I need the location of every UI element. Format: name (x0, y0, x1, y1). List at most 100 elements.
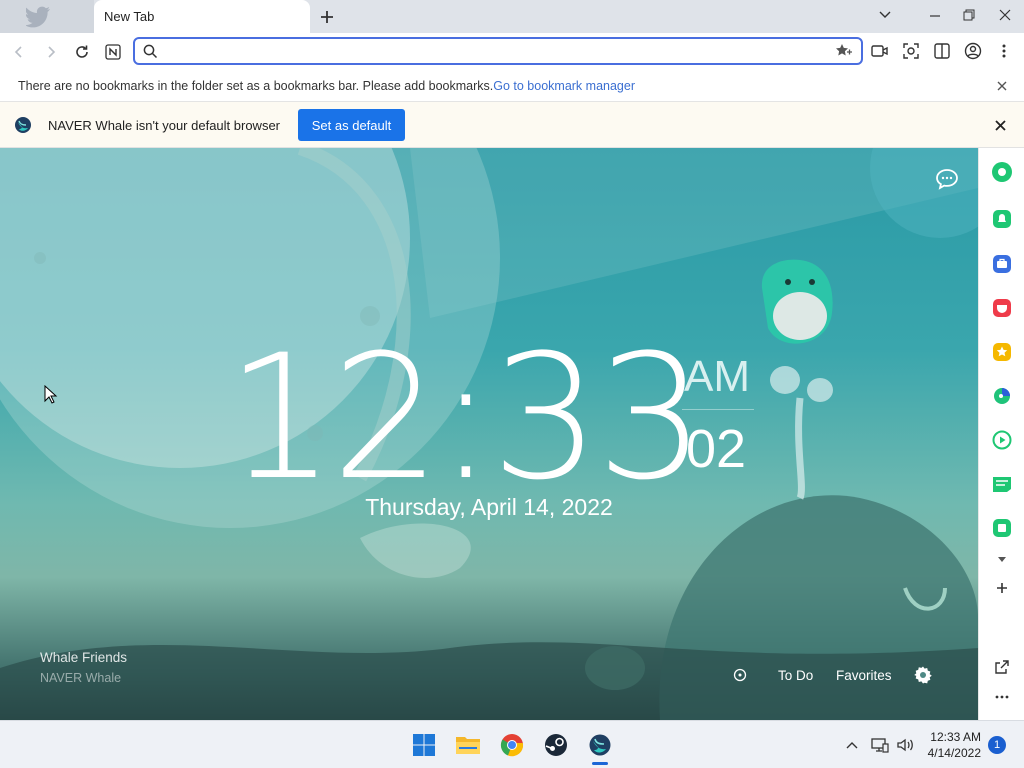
profile-button[interactable] (962, 40, 984, 62)
papago-icon (994, 388, 1010, 404)
taskbar-whale[interactable] (586, 731, 614, 759)
notification-badge[interactable]: 1 (988, 736, 1006, 754)
gear-icon (914, 666, 932, 684)
new-tab-button[interactable] (316, 6, 338, 28)
briefcase-icon (993, 255, 1011, 273)
whale-logo-icon (15, 117, 31, 133)
video-icon (871, 45, 888, 57)
close-window-button[interactable] (992, 4, 1018, 26)
search-icon (143, 44, 158, 59)
infobar-close-button[interactable] (992, 117, 1008, 133)
naver-icon (105, 44, 121, 60)
sidebar-item-green-circle[interactable] (990, 160, 1014, 184)
wallpaper-title[interactable]: Whale Friends (40, 650, 127, 665)
volume-icon (897, 738, 913, 752)
close-icon (999, 9, 1011, 21)
bookmark-manager-link[interactable]: Go to bookmark manager (493, 79, 635, 93)
pinned-tab-twitter[interactable] (0, 0, 94, 33)
file-explorer-icon (456, 737, 480, 754)
mouse-cursor-icon (44, 385, 58, 404)
sidebar-item-star[interactable] (990, 340, 1014, 364)
tab-new-tab[interactable]: New Tab (94, 0, 310, 33)
bookmarks-bar-close-button[interactable] (994, 78, 1010, 94)
volume-button[interactable] (895, 735, 915, 755)
capture-button[interactable] (900, 40, 922, 62)
taskbar-date: 4/14/2022 (927, 746, 981, 760)
arrow-right-icon (48, 46, 56, 58)
sidebar-popout-button[interactable] (990, 655, 1014, 679)
capture-icon (903, 43, 919, 59)
sidebar-item-pocket[interactable] (990, 296, 1014, 320)
address-input[interactable] (165, 42, 825, 60)
restore-button[interactable] (956, 4, 982, 26)
chrome-icon (500, 734, 524, 757)
active-app-indicator (592, 762, 608, 765)
tab-strip: New Tab (0, 0, 1024, 33)
profile-icon (964, 42, 982, 60)
chevron-up-icon (846, 742, 858, 749)
wallpaper-author[interactable]: NAVER Whale (40, 671, 121, 685)
settings-button[interactable] (913, 664, 933, 686)
webtoon-icon (993, 477, 1011, 492)
address-bar[interactable] (133, 37, 863, 65)
sidebar-item-play[interactable] (990, 428, 1014, 452)
split-view-button[interactable] (931, 40, 953, 62)
clock-hours-minutes: 12:33 (226, 317, 706, 518)
split-view-icon (934, 43, 950, 59)
bookmarks-message: There are no bookmarks in the folder set… (18, 79, 635, 93)
restore-icon (963, 9, 975, 21)
more-vertical-icon (1002, 44, 1006, 58)
taskbar-steam[interactable] (542, 731, 570, 759)
menu-button[interactable] (993, 40, 1015, 62)
steam-icon (545, 734, 567, 756)
reload-icon (76, 45, 88, 58)
clock-seconds: 02 (686, 419, 747, 479)
twitter-icon (26, 6, 50, 28)
sidebar-item-square[interactable] (990, 516, 1014, 540)
bookmark-star-icon[interactable] (835, 43, 853, 59)
sidebar-expand-button[interactable] (990, 548, 1014, 572)
sidebar-item-webtoon[interactable] (990, 472, 1014, 496)
windows-start-icon (413, 734, 435, 756)
todo-button[interactable]: To Do (778, 664, 813, 686)
close-icon (994, 119, 1006, 131)
taskbar-file-explorer[interactable] (454, 731, 482, 759)
clock-date: Thursday, April 14, 2022 (365, 494, 613, 520)
chevron-down-icon (879, 11, 891, 18)
sidebar-add-button[interactable] (990, 576, 1014, 600)
sidebar-item-papago[interactable] (990, 384, 1014, 408)
sidebar-item-briefcase[interactable] (990, 252, 1014, 276)
wallpaper-picker-button[interactable] (732, 664, 748, 686)
chat-bubble-icon (936, 169, 958, 190)
system-clock[interactable]: 12:33 AM 4/14/2022 (925, 729, 981, 761)
minimize-button[interactable] (922, 4, 948, 26)
start-button[interactable] (410, 731, 438, 759)
sidebar-more-button[interactable] (990, 685, 1014, 709)
reload-button[interactable] (70, 40, 94, 64)
screen-capture-button[interactable] (869, 40, 891, 62)
chat-button[interactable] (935, 168, 959, 193)
tab-search-button[interactable] (872, 4, 898, 26)
more-horizontal-icon (995, 695, 1009, 699)
clock-ampm: AM (684, 352, 750, 401)
play-icon (992, 430, 1012, 450)
whale-icon (589, 734, 611, 756)
taskbar-chrome[interactable] (498, 731, 526, 759)
set-as-default-button[interactable]: Set as default (298, 109, 405, 141)
show-hidden-icons-button[interactable] (842, 735, 862, 755)
clock-divider (682, 409, 754, 410)
back-button[interactable] (7, 40, 31, 64)
favorites-button[interactable]: Favorites (836, 664, 892, 686)
new-tab-page: 12:33 AM 02 Thursday, April 14, 2022 Wha… (0, 148, 978, 720)
naver-home-button[interactable] (101, 40, 125, 64)
sidebar-item-bell[interactable] (990, 207, 1014, 231)
network-button[interactable] (870, 735, 890, 755)
star-icon (993, 343, 1011, 361)
bell-icon (993, 210, 1011, 228)
forward-button[interactable] (39, 40, 63, 64)
default-browser-infobar: NAVER Whale isn't your default browser S… (0, 102, 1024, 148)
bookmarks-message-text: There are no bookmarks in the folder set… (18, 79, 494, 93)
plus-icon (997, 583, 1007, 593)
infobar-message: NAVER Whale isn't your default browser (48, 118, 281, 133)
toolbar (0, 33, 1024, 70)
